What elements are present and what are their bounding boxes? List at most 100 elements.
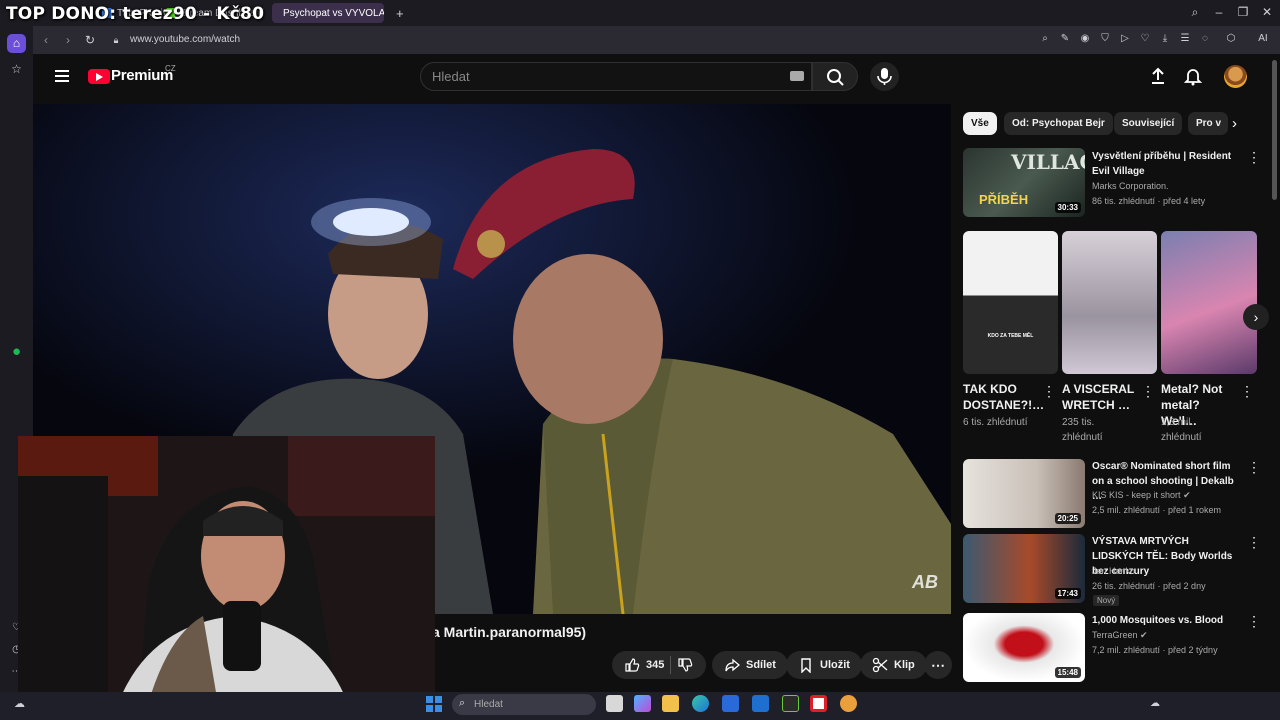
file-explorer-icon[interactable] xyxy=(662,695,679,712)
bookmark-star-icon[interactable]: ☆ xyxy=(7,60,26,79)
more-vert-icon[interactable]: ⋮ xyxy=(1042,384,1056,398)
channel-name[interactable]: Marks Corporation. xyxy=(1092,179,1242,194)
task-view-icon[interactable] xyxy=(606,695,623,712)
share-button[interactable]: Sdílet xyxy=(712,651,788,679)
video-meta: 7,2 mil. zhlédnutí · před 2 týdny xyxy=(1092,645,1218,655)
search-input[interactable] xyxy=(432,67,772,85)
like-button[interactable]: 345 xyxy=(624,657,664,673)
scrollbar-thumb[interactable] xyxy=(1272,60,1277,200)
copilot-icon[interactable] xyxy=(634,695,651,712)
video-title[interactable]: Vysvětlení příběhu | Resident Evil Villa… xyxy=(1092,149,1242,179)
duration-badge: 15:48 xyxy=(1054,667,1081,678)
reload-icon[interactable]: ↻ xyxy=(82,31,98,49)
channel-name[interactable]: Jan Hanko xyxy=(1092,564,1242,579)
forward-icon[interactable]: › xyxy=(60,31,76,49)
outlook-icon[interactable] xyxy=(752,695,769,712)
thumbs-down-icon[interactable] xyxy=(677,657,693,673)
search-icon[interactable]: ⌕ xyxy=(1038,32,1052,46)
short-title[interactable]: A VISCERAL WRETCH … xyxy=(1062,381,1138,413)
tab-label: Psychopat vs VYVOLA xyxy=(283,7,384,19)
avatar[interactable] xyxy=(1224,65,1247,88)
menu-icon[interactable]: ☰ xyxy=(1178,32,1192,46)
channel-name[interactable]: KIS KIS - keep it short ✔ xyxy=(1092,488,1242,503)
spotify-icon[interactable]: ● xyxy=(7,342,26,361)
more-vert-icon[interactable]: ⋮ xyxy=(1240,384,1254,398)
more-vert-icon[interactable]: ⋮ xyxy=(1247,150,1261,164)
channel-name[interactable]: TerraGreen ✔ xyxy=(1092,628,1242,643)
app-icon[interactable] xyxy=(782,695,799,712)
video-thumbnail[interactable]: 15:48 xyxy=(963,613,1085,682)
edge-icon[interactable] xyxy=(692,695,709,712)
search-icon: ⌕ xyxy=(459,697,466,709)
clip-button[interactable]: Klip xyxy=(860,651,927,679)
search-tabs-icon[interactable]: ⌕ xyxy=(1186,4,1204,20)
download-icon[interactable]: ⤓ xyxy=(1158,32,1172,46)
store-icon[interactable] xyxy=(722,695,739,712)
shorts-next-arrow-icon[interactable]: › xyxy=(1243,304,1269,330)
channel-label: TerraGreen xyxy=(1092,630,1138,640)
play-icon[interactable]: ▷ xyxy=(1118,32,1132,46)
close-icon[interactable]: ✕ xyxy=(1258,4,1276,20)
network-icon[interactable]: ☁ xyxy=(1150,698,1160,709)
thumbs-up-icon xyxy=(625,658,640,672)
minimize-icon[interactable]: – xyxy=(1210,4,1228,20)
keyboard-icon[interactable] xyxy=(790,71,804,81)
extensions-icon[interactable]: ⬡ xyxy=(1224,32,1238,46)
windows-start-icon[interactable] xyxy=(426,696,442,712)
heart-icon[interactable]: ♡ xyxy=(1138,32,1152,46)
short-views: 6 tis. zhlédnutí xyxy=(963,417,1028,428)
back-icon[interactable]: ‹ xyxy=(38,31,54,49)
short-thumbnail[interactable] xyxy=(1062,231,1157,374)
share-label: Sdílet xyxy=(746,659,776,671)
short-views: 1,3 mil. zhlédnutí xyxy=(1161,417,1202,443)
video-thumbnail[interactable]: 17:43 xyxy=(963,534,1085,603)
widgets-icon[interactable]: ☁ xyxy=(14,697,25,710)
more-vert-icon[interactable]: ⋮ xyxy=(1247,460,1261,474)
chip-next-chevron-icon[interactable]: › xyxy=(1232,115,1237,132)
streamer-webcam xyxy=(18,436,435,704)
video-thumbnail[interactable]: 20:25 xyxy=(963,459,1085,528)
voice-search-button[interactable] xyxy=(870,62,899,91)
opera-icon[interactable] xyxy=(810,695,827,712)
duration-badge: 20:25 xyxy=(1054,513,1081,524)
hamburger-menu-icon[interactable] xyxy=(53,67,71,85)
short-thumbnail[interactable] xyxy=(1161,231,1257,374)
video-meta: 26 tis. zhlédnutí · před 2 dny xyxy=(1092,581,1206,591)
scissors-icon xyxy=(872,657,888,673)
ai-button[interactable]: AI xyxy=(1252,32,1274,46)
logo-text[interactable]: Premium xyxy=(111,67,173,84)
home-icon[interactable]: ⌂ xyxy=(7,34,26,53)
more-vert-icon[interactable]: ⋮ xyxy=(1141,384,1155,398)
profile-icon[interactable]: ◌ xyxy=(1198,32,1212,46)
url-field[interactable]: www.youtube.com/watch xyxy=(130,31,1060,49)
short-title[interactable]: TAK KDO DOSTANE?!… xyxy=(963,381,1044,413)
search-button[interactable] xyxy=(812,62,858,91)
taskbar-search[interactable]: Hledat xyxy=(452,694,596,715)
browser-tab-active[interactable]: Psychopat vs VYVOLA xyxy=(272,3,384,23)
save-button[interactable]: Uložit xyxy=(786,651,862,679)
shield-icon[interactable]: ⛉ xyxy=(1098,32,1112,46)
chip-for-you[interactable]: Pro v xyxy=(1188,112,1228,135)
more-actions-button[interactable]: ⋯ xyxy=(924,651,952,679)
app-icon[interactable] xyxy=(840,695,857,712)
video-title[interactable]: 1,000 Mosquitoes vs. Blood xyxy=(1092,613,1242,628)
more-vert-icon[interactable]: ⋮ xyxy=(1247,614,1261,628)
youtube-logo-icon[interactable] xyxy=(88,69,110,84)
chip-all[interactable]: Vše xyxy=(963,112,997,135)
upload-icon[interactable] xyxy=(1148,66,1168,91)
notifications-bell-icon[interactable] xyxy=(1183,66,1203,91)
more-vert-icon[interactable]: ⋮ xyxy=(1247,535,1261,549)
channel-label: KIS KIS - keep it short xyxy=(1092,490,1181,500)
short-thumbnail[interactable]: KDO ZA TEBE MĚL xyxy=(963,231,1058,374)
new-tab-button[interactable]: + xyxy=(390,3,406,23)
bookmark-icon xyxy=(801,658,811,673)
maximize-icon[interactable]: ❐ xyxy=(1234,4,1252,20)
video-thumbnail[interactable]: VILLAGE PŘÍBĚH 30:33 xyxy=(963,148,1085,217)
edit-icon[interactable]: ✎ xyxy=(1058,32,1072,46)
short-overlay-text: KDO ZA TEBE MĚL xyxy=(987,333,1034,339)
video-meta: 2,5 mil. zhlédnutí · před 1 rokem xyxy=(1092,505,1222,515)
chip-related[interactable]: Související xyxy=(1114,112,1183,135)
camera-icon[interactable]: ◉ xyxy=(1078,32,1092,46)
stream-donation-overlay: TOP DONO: terez90 - Kč80 xyxy=(6,4,265,24)
chip-from-channel[interactable]: Od: Psychopat Bejr xyxy=(1004,112,1113,135)
